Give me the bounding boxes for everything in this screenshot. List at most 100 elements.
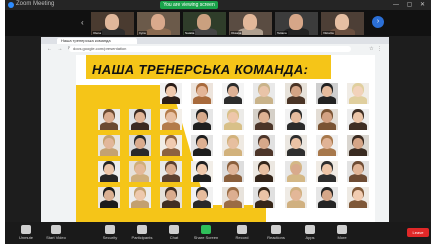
photo-body	[287, 148, 305, 156]
toolbar-button[interactable]: Unmute	[11, 225, 41, 241]
photo-face	[166, 164, 176, 175]
shared-screen: Наша тренерська команда ← → ↻ docs.googl…	[41, 37, 389, 222]
leave-button[interactable]: Leave	[407, 228, 429, 237]
window-controls[interactable]: — ▢ ✕	[393, 1, 428, 8]
toolbar-button[interactable]: Chat	[159, 225, 189, 241]
team-member-photo	[253, 161, 275, 182]
address-bar[interactable]: docs.google.com/presentation	[69, 46, 351, 52]
toolbar-button[interactable]: Apps	[295, 225, 325, 241]
team-member-photo	[253, 109, 275, 130]
team-member-photo	[316, 161, 338, 182]
participant-video-tile[interactable]: Tetiana	[275, 12, 318, 35]
toolbar-button-label: Chat	[169, 235, 179, 240]
photo-body	[193, 96, 211, 104]
participant-strip: ‹ Olena Iryna Natalia Oksana Tetiana Viktorii…	[5, 10, 431, 36]
team-member-photo	[98, 187, 120, 208]
photo-face	[197, 112, 207, 123]
participant-video-tile[interactable]: Natalia	[183, 12, 226, 35]
photo-face	[291, 190, 301, 201]
photo-body	[349, 200, 367, 208]
toolbar-button[interactable]: Security	[95, 225, 125, 241]
team-member-photo	[316, 135, 338, 156]
team-member-photo	[160, 109, 182, 130]
photo-body	[162, 96, 180, 104]
photo-body	[255, 122, 273, 130]
photo-face	[228, 164, 238, 175]
photo-body	[224, 122, 242, 130]
toolbar-button-label: Record	[235, 235, 249, 240]
photo-face	[291, 138, 301, 149]
team-member-photo	[191, 135, 213, 156]
photo-face	[104, 164, 114, 175]
toolbar-button[interactable]: Record	[227, 225, 257, 241]
more-icon	[337, 225, 347, 234]
photo-body	[318, 200, 336, 208]
toolbar-button[interactable]: Start Video	[41, 225, 71, 241]
photo-face	[322, 138, 332, 149]
team-member-photo	[222, 187, 244, 208]
participant-video-tile[interactable]: Viktoriia	[321, 12, 364, 35]
participant-video-tile[interactable]: Iryna	[137, 12, 180, 35]
team-member-photo	[347, 83, 369, 104]
toolbar-button-label: Start Video	[46, 235, 66, 240]
photo-body	[255, 96, 273, 104]
chat-icon	[169, 225, 179, 234]
team-photo-grid	[76, 55, 375, 222]
photo-body	[287, 174, 305, 182]
team-member-photo	[316, 187, 338, 208]
toolbar-button[interactable]: Participants	[127, 225, 157, 241]
presentation-slide: НАША ТРЕНЕРСЬКА КОМАНДА:	[76, 55, 375, 222]
team-member-photo	[222, 83, 244, 104]
photo-face	[197, 86, 207, 97]
photo-body	[349, 174, 367, 182]
photo-face	[228, 138, 238, 149]
photo-body	[224, 148, 242, 156]
photo-body	[318, 174, 336, 182]
photo-face	[353, 86, 363, 97]
photo-face	[353, 190, 363, 201]
photo-face	[197, 190, 207, 201]
screen-share-banner[interactable]: You are viewing screen	[160, 1, 218, 9]
photo-body	[318, 96, 336, 104]
participant-name: Natalia	[184, 31, 196, 35]
toolbar-button[interactable]: Share Screen	[191, 225, 221, 241]
team-member-photo	[160, 187, 182, 208]
participant-video-tile[interactable]: Olena	[91, 12, 134, 35]
share-screen-icon	[201, 225, 211, 234]
participant-video-tile[interactable]: Oksana	[229, 12, 272, 35]
photo-face	[322, 190, 332, 201]
photo-face	[197, 138, 207, 149]
photo-face	[166, 138, 176, 149]
participant-face	[243, 14, 257, 30]
photo-face	[197, 164, 207, 175]
photo-body	[100, 122, 118, 130]
team-member-photo	[253, 135, 275, 156]
participant-name: Olena	[92, 31, 103, 35]
photo-body	[193, 148, 211, 156]
team-member-photo	[347, 161, 369, 182]
browser-menu-icons[interactable]: ☆ ⋮	[369, 46, 383, 52]
photo-body	[162, 122, 180, 130]
team-member-photo	[98, 161, 120, 182]
photo-body	[131, 122, 149, 130]
team-member-photo	[285, 135, 307, 156]
photo-face	[166, 86, 176, 97]
photo-body	[318, 148, 336, 156]
participant-name: Iryna	[138, 31, 147, 35]
photo-face	[259, 112, 269, 123]
toolbar-button[interactable]: Reactions	[261, 225, 291, 241]
photo-body	[349, 122, 367, 130]
team-member-photo	[222, 161, 244, 182]
team-member-photo	[191, 83, 213, 104]
chevron-left-icon[interactable]: ‹	[81, 18, 84, 27]
browser-tab[interactable]: Наша тренерська команда	[57, 38, 137, 44]
team-member-photo	[160, 161, 182, 182]
photo-face	[104, 190, 114, 201]
team-member-photo	[222, 109, 244, 130]
team-member-photo	[347, 135, 369, 156]
team-member-photo	[160, 83, 182, 104]
toolbar-button-label: Reactions	[267, 235, 285, 240]
toolbar-button[interactable]: More	[327, 225, 357, 241]
chevron-right-icon[interactable]: ›	[372, 16, 384, 28]
participant-face	[197, 14, 211, 30]
